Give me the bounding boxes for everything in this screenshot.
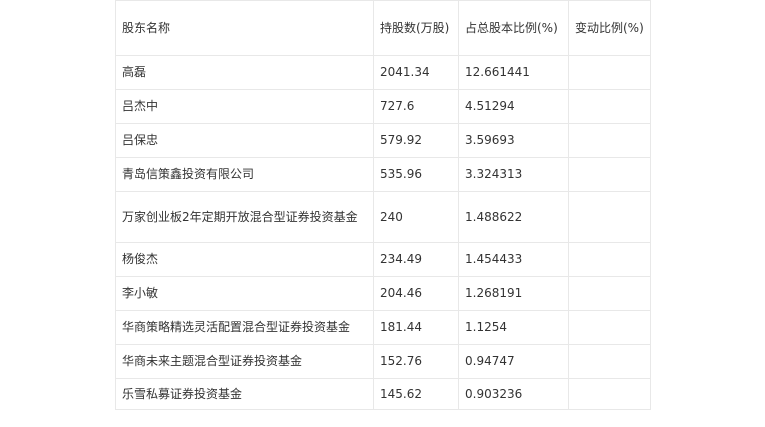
table-row: 李小敏 204.46 1.268191: [115, 276, 651, 311]
table-row: 华商未来主题混合型证券投资基金 152.76 0.94747: [115, 344, 651, 379]
table-header-row: 股东名称 持股数(万股) 占总股本比例(%) 变动比例(%): [115, 0, 651, 56]
header-change: 变动比例(%): [568, 0, 651, 56]
table-row: 青岛信策鑫投资有限公司 535.96 3.324313: [115, 157, 651, 192]
cell-change: [568, 310, 651, 345]
table-row: 高磊 2041.34 12.661441: [115, 55, 651, 90]
cell-change: [568, 123, 651, 158]
cell-name: 杨俊杰: [115, 242, 374, 277]
cell-ratio: 4.51294: [458, 89, 569, 124]
cell-shares: 535.96: [373, 157, 459, 192]
table-row: 吕杰中 727.6 4.51294: [115, 89, 651, 124]
cell-change: [568, 378, 651, 410]
cell-ratio: 0.903236: [458, 378, 569, 410]
cell-ratio: 1.454433: [458, 242, 569, 277]
header-shares: 持股数(万股): [373, 0, 459, 56]
cell-name: 吕保忠: [115, 123, 374, 158]
header-shareholder-name: 股东名称: [115, 0, 374, 56]
cell-name: 吕杰中: [115, 89, 374, 124]
shareholders-table: 股东名称 持股数(万股) 占总股本比例(%) 变动比例(%) 高磊 2041.3…: [115, 0, 651, 410]
cell-name: 青岛信策鑫投资有限公司: [115, 157, 374, 192]
cell-shares: 204.46: [373, 276, 459, 311]
cell-ratio: 0.94747: [458, 344, 569, 379]
cell-shares: 234.49: [373, 242, 459, 277]
table-row: 万家创业板2年定期开放混合型证券投资基金 240 1.488622: [115, 191, 651, 243]
cell-change: [568, 276, 651, 311]
cell-change: [568, 55, 651, 90]
cell-name: 华商策略精选灵活配置混合型证券投资基金: [115, 310, 374, 345]
table-row: 乐雪私募证券投资基金 145.62 0.903236: [115, 378, 651, 410]
cell-name: 李小敏: [115, 276, 374, 311]
cell-ratio: 1.488622: [458, 191, 569, 243]
cell-shares: 181.44: [373, 310, 459, 345]
cell-ratio: 1.1254: [458, 310, 569, 345]
table-row: 吕保忠 579.92 3.59693: [115, 123, 651, 158]
cell-change: [568, 89, 651, 124]
cell-name: 高磊: [115, 55, 374, 90]
cell-name: 华商未来主题混合型证券投资基金: [115, 344, 374, 379]
cell-ratio: 12.661441: [458, 55, 569, 90]
cell-change: [568, 344, 651, 379]
header-ratio: 占总股本比例(%): [458, 0, 569, 56]
cell-change: [568, 191, 651, 243]
cell-change: [568, 157, 651, 192]
cell-name: 乐雪私募证券投资基金: [115, 378, 374, 410]
cell-ratio: 1.268191: [458, 276, 569, 311]
cell-ratio: 3.59693: [458, 123, 569, 158]
table-row: 杨俊杰 234.49 1.454433: [115, 242, 651, 277]
cell-shares: 579.92: [373, 123, 459, 158]
cell-shares: 240: [373, 191, 459, 243]
cell-change: [568, 242, 651, 277]
table-row: 华商策略精选灵活配置混合型证券投资基金 181.44 1.1254: [115, 310, 651, 345]
cell-shares: 152.76: [373, 344, 459, 379]
cell-shares: 2041.34: [373, 55, 459, 90]
cell-name: 万家创业板2年定期开放混合型证券投资基金: [115, 191, 374, 243]
cell-ratio: 3.324313: [458, 157, 569, 192]
cell-shares: 145.62: [373, 378, 459, 410]
cell-shares: 727.6: [373, 89, 459, 124]
